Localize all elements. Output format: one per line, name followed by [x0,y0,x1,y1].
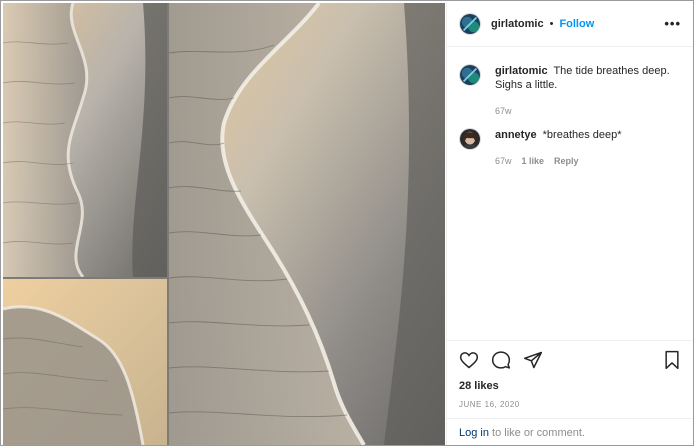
heart-icon[interactable] [459,350,479,370]
follow-button[interactable]: Follow [559,18,594,30]
photo-tile-bottom-left [3,279,167,445]
instagram-post-embed: girlatomic • Follow ••• girlatomic The t… [0,0,694,446]
comment-username[interactable]: girlatomic [495,65,548,77]
comment-username[interactable]: annetye [495,129,537,141]
photo-tile-top-left [3,3,167,277]
comment-text: *breathes deep* [542,129,622,141]
comment-age[interactable]: 67w [495,154,512,168]
post-side-panel: girlatomic • Follow ••• girlatomic The t… [446,2,693,445]
login-link[interactable]: Log in [459,427,489,439]
comment-age[interactable]: 67w [495,104,512,118]
avatar[interactable] [459,128,481,150]
avatar[interactable] [459,64,481,86]
share-icon[interactable] [523,350,543,370]
comment-likes[interactable]: 1 like [522,154,545,168]
avatar[interactable] [459,13,481,35]
post-photo-collage[interactable] [3,3,445,445]
action-icons [459,350,543,370]
comment-meta: 67w [495,104,693,118]
separator-dot: • [549,18,554,30]
more-options-icon[interactable]: ••• [664,16,681,31]
actions-divider [447,340,693,341]
comment-body: annetye *breathes deep* 67w 1 like Reply [495,128,693,168]
comment-body: girlatomic The tide breathes deep. Sighs… [495,64,693,118]
likes-count[interactable]: 28 likes [459,380,499,392]
comment-meta: 67w 1 like Reply [495,154,693,168]
post-author-username[interactable]: girlatomic [491,18,544,30]
reply-button[interactable]: Reply [554,154,579,168]
post-date[interactable]: JUNE 16, 2020 [459,400,520,409]
login-prompt-text: to like or comment. [488,427,585,439]
bookmark-icon[interactable] [662,350,682,370]
photo-tile-right [169,3,445,445]
comment-icon[interactable] [491,350,511,370]
login-prompt: Log in to like or comment. [447,418,693,445]
post-header: girlatomic • Follow ••• [447,2,693,47]
